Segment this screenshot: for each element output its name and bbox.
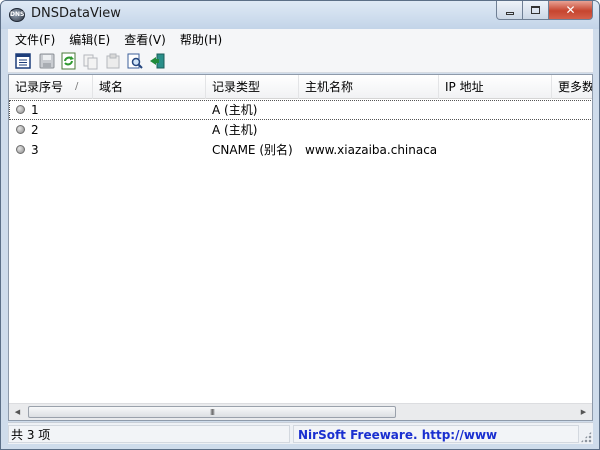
html-report-icon [106, 53, 120, 69]
cell-ip-address [445, 140, 550, 160]
exit-button[interactable] [148, 52, 166, 70]
properties-icon [15, 53, 31, 69]
column-header-domain[interactable]: 域名 [93, 75, 206, 99]
title-bar[interactable]: DNS DNSDataView ✕ [1, 1, 599, 29]
cell-ip-address [445, 120, 550, 140]
status-bar: 共 3 项 NirSoft Freeware. http://www [8, 422, 593, 444]
record-status-icon [16, 145, 25, 154]
copy-icon [83, 54, 98, 70]
table-row[interactable]: 1 A (主机) [9, 100, 592, 120]
cell-domain [99, 100, 204, 120]
window-controls: ✕ [496, 1, 593, 21]
toolbar [8, 49, 593, 73]
copy-button[interactable] [82, 52, 100, 70]
save-icon [39, 53, 55, 69]
cell-record-type: CNAME (别名) [212, 143, 293, 157]
window-title: DNSDataView [31, 6, 121, 21]
close-button[interactable]: ✕ [549, 1, 593, 20]
record-status-icon [16, 125, 25, 134]
refresh-icon [61, 52, 76, 70]
maximize-button[interactable] [523, 1, 549, 20]
column-header-record-type[interactable]: 记录类型 [206, 75, 299, 99]
save-button[interactable] [38, 52, 56, 70]
app-window: DNS DNSDataView ✕ 文件(F) 编辑(E) 查看(V) 帮助(H… [0, 0, 600, 450]
cell-more-data [558, 120, 592, 140]
cell-host-name [305, 100, 437, 120]
cell-domain [99, 140, 204, 160]
status-item-count: 共 3 项 [8, 425, 290, 443]
cell-record-type: A (主机) [212, 123, 258, 137]
close-icon: ✕ [565, 3, 576, 17]
dns-app-icon: DNS [9, 8, 25, 22]
menu-file[interactable]: 文件(F) [8, 31, 62, 48]
status-pane-link: NirSoft Freeware. http://www [293, 425, 579, 443]
scroll-right-button[interactable]: ▶ [575, 404, 592, 420]
record-status-icon [16, 105, 25, 114]
cell-record-number: 3 [31, 143, 39, 157]
scrollbar-thumb[interactable]: III [28, 406, 396, 418]
grip-icon: III [209, 407, 215, 417]
dns-records-list[interactable]: 记录序号 / 域名 记录类型 主机名称 IP 地址 更多数 1 A (主机) 2… [8, 74, 593, 421]
menu-bar: 文件(F) 编辑(E) 查看(V) 帮助(H) [8, 29, 593, 49]
nirsoft-link[interactable]: NirSoft Freeware. http://www [298, 428, 497, 442]
cell-ip-address [445, 100, 550, 120]
cell-more-data [558, 100, 592, 120]
menu-help[interactable]: 帮助(H) [173, 31, 229, 48]
column-header-record-number[interactable]: 记录序号 / [9, 75, 93, 99]
cell-record-number: 2 [31, 123, 39, 137]
scroll-left-button[interactable]: ◀ [9, 404, 26, 420]
table-row[interactable]: 2 A (主机) [9, 120, 592, 140]
column-header-host-name[interactable]: 主机名称 [299, 75, 439, 99]
find-icon [127, 53, 143, 69]
minimize-button[interactable] [496, 1, 523, 20]
cell-record-number: 1 [31, 103, 39, 117]
html-report-button[interactable] [104, 52, 122, 70]
sort-indicator-icon: / [75, 81, 79, 92]
cell-more-data [558, 140, 592, 160]
minimize-icon [505, 11, 514, 15]
cell-host-name [305, 120, 437, 140]
exit-icon [150, 53, 165, 69]
menu-view[interactable]: 查看(V) [117, 31, 173, 48]
menu-edit[interactable]: 编辑(E) [62, 31, 117, 48]
column-header-ip-address[interactable]: IP 地址 [439, 75, 552, 99]
column-header-row: 记录序号 / 域名 记录类型 主机名称 IP 地址 更多数 [9, 75, 592, 99]
refresh-button[interactable] [60, 52, 78, 70]
table-row[interactable]: 3 CNAME (别名) www.xiazaiba.chinacac... [9, 140, 592, 160]
maximize-icon [531, 6, 540, 14]
find-button[interactable] [126, 52, 144, 70]
arrow-right-icon: ▶ [580, 408, 587, 416]
arrow-left-icon: ◀ [14, 408, 21, 416]
resize-grip-icon[interactable] [580, 431, 592, 443]
column-header-more-data[interactable]: 更多数 [552, 75, 592, 99]
cell-domain [99, 120, 204, 140]
cell-host-name: www.xiazaiba.chinacac... [305, 143, 437, 157]
horizontal-scrollbar[interactable]: ◀ III ▶ [9, 403, 592, 420]
cell-record-type: A (主机) [212, 103, 258, 117]
properties-button[interactable] [14, 52, 32, 70]
